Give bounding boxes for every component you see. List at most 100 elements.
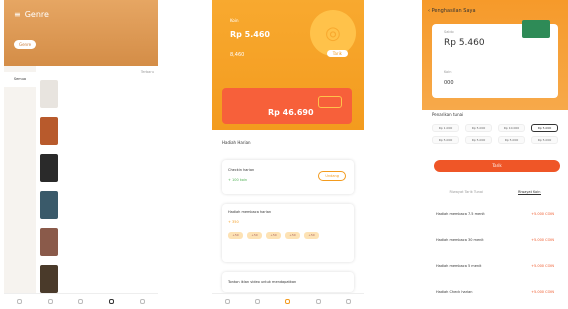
step: +50 [266,232,281,239]
amount-option[interactable]: Rp 5.000 [465,124,492,132]
page-title: ‹ Penghasilan Saya [428,8,476,14]
bottom-nav [212,293,364,309]
book-item[interactable] [40,228,154,264]
nav-4[interactable] [315,298,321,305]
history-row: Hadiah membaca 7.5 menit +5.000 COIN [436,212,554,216]
amount-options: Rp 1.000 Rp 5.000 Rp 10.000 Rp 5.000 Rp … [432,124,558,144]
nav-icon [255,298,261,304]
book-info [62,80,154,116]
balance-label: Koin [230,18,239,23]
book-icon: ≡ [14,10,21,19]
book-item[interactable] [40,154,154,190]
sidebar-item[interactable] [4,207,36,222]
book-cover [40,228,58,256]
book-item[interactable] [40,117,154,153]
book-list: Terbaru [36,66,158,293]
sidebar-item[interactable] [4,237,36,252]
earnings-screen: ‹ Penghasilan Saya Saldo Rp 5.460 Koin 0… [422,0,568,309]
earnings-header: ‹ Penghasilan Saya Saldo Rp 5.460 Koin 0… [422,0,568,110]
checkin-button[interactable]: Undang [318,171,346,181]
promo-banner[interactable]: Rp 46.690 [222,88,352,124]
nav-3[interactable] [78,298,84,305]
book-item[interactable] [40,191,154,227]
sidebar-item[interactable] [4,132,36,147]
book-info [62,117,154,153]
video-task-card: Tonton iklan video untuk mendapatkan [222,272,354,292]
coin-value: 8,460 [230,52,245,58]
grid-icon [315,298,321,304]
tab-genre[interactable]: Genre [14,40,37,49]
sidebar-item[interactable] [4,192,36,207]
row-title: Hadiah Check harian [436,290,473,294]
nav-home[interactable] [16,298,22,305]
tab-3[interactable] [58,40,68,49]
task-label: Hadiah membaca harian [228,210,272,214]
nav-profile[interactable] [140,298,146,305]
withdraw-button[interactable]: Tarik [434,160,560,172]
coin-value: 000 [444,80,454,86]
withdraw-button[interactable]: Tarik [326,50,348,57]
task-steps: +50 +50 +50 +50 +50 [228,232,319,239]
amount-option-selected[interactable]: Rp 5.000 [531,124,558,132]
withdraw-title: Penarikan tunai [432,112,464,117]
nav-profile[interactable] [346,298,352,305]
sidebar-item[interactable] [4,222,36,237]
tab-coin-history[interactable]: Riwayat Koin [517,190,541,195]
amount-option[interactable]: Rp 5.000 [498,136,525,144]
row-amount: +5.000 COIN [531,264,554,268]
balance-value: Rp 5.460 [230,30,270,39]
sidebar-item[interactable] [4,177,36,192]
coin-label: Koin [444,70,452,74]
cash-icon [522,20,550,38]
book-info [62,154,154,190]
amount-option[interactable]: Rp 1.000 [432,124,459,132]
history-row: Hadiah membaca 5 menit +5.000 COIN [436,264,554,268]
nav-2[interactable] [47,298,53,305]
gift-icon [285,298,291,304]
voucher-icon [318,96,342,108]
sidebar-item[interactable] [4,162,36,177]
history-row: Hadiah membaca 30 menit +5.000 COIN [436,238,554,242]
genre-title: ≡ Genre [14,10,49,19]
amount-option[interactable]: Rp 5.000 [432,136,459,144]
book-cover [40,191,58,219]
row-title: Hadiah membaca 5 menit [436,264,482,268]
promo-amount: Rp 46.690 [268,108,314,117]
genre-sidebar: Semua [4,66,36,293]
sidebar-item-all[interactable]: Semua [4,72,36,87]
tab-cash-history[interactable]: Riwayat Tarik Tunai [449,190,483,195]
user-icon [140,298,146,304]
row-amount: +5.000 COIN [531,212,554,216]
step: +50 [285,232,300,239]
book-item[interactable] [40,80,154,116]
nav-genre[interactable] [109,298,115,305]
book-cover [40,265,58,293]
tab-4[interactable] [74,40,84,49]
amount-option[interactable]: Rp 5.000 [465,136,492,144]
row-title: Hadiah membaca 7.5 menit [436,212,485,216]
checkin-card: Checkin harian + 100 koin Undang [222,160,354,194]
balance-value: Rp 5.460 [444,38,485,48]
tab-2[interactable] [42,40,52,49]
nav-rewards[interactable] [285,298,291,305]
sort-dropdown[interactable]: Terbaru [141,70,154,74]
nav-2[interactable] [255,298,261,305]
amount-option[interactable]: Rp 10.000 [498,124,525,132]
balance-card: Saldo Rp 5.460 Koin 000 [432,20,558,98]
sidebar-item[interactable] [4,102,36,117]
sidebar-item[interactable] [4,87,36,102]
task2-label: Tonton iklan video untuk mendapatkan [228,280,297,284]
back-icon[interactable]: ‹ [428,8,430,14]
book-cover [40,117,58,145]
row-title: Hadiah membaca 30 menit [436,238,484,242]
book-info [62,228,154,264]
sidebar-item[interactable] [4,117,36,132]
home-icon [16,298,22,304]
section-title: Hadiah Harian [222,140,251,145]
nav-home[interactable] [224,298,230,305]
nav-icon [78,298,84,304]
amount-option[interactable]: Rp 5.000 [531,136,558,144]
checkin-reward: + 100 koin [228,178,248,182]
sidebar-item[interactable] [4,147,36,162]
genre-screen: ≡ Genre Genre Semua Terbaru [4,0,158,309]
